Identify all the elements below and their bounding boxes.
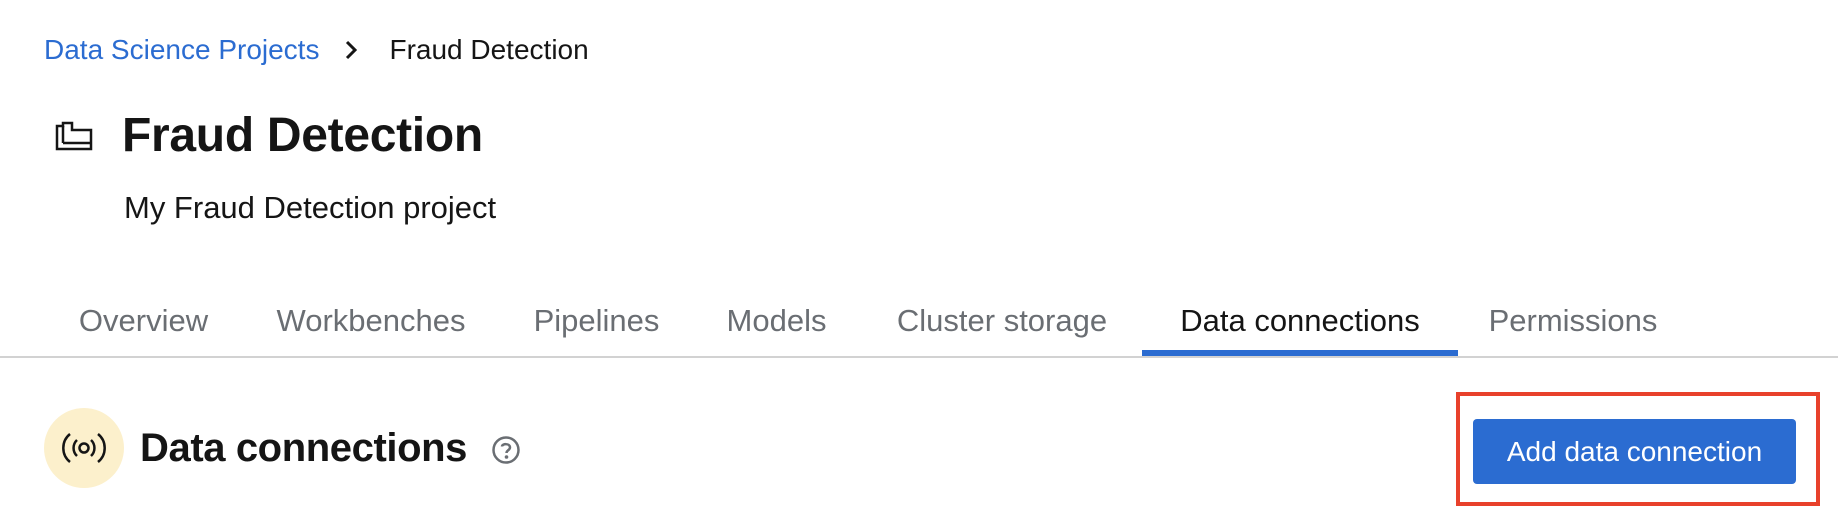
tab-models[interactable]: Models xyxy=(724,286,829,356)
project-description: My Fraud Detection project xyxy=(124,190,497,225)
breadcrumb: Data Science Projects Fraud Detection xyxy=(44,32,589,68)
project-tabs: Overview Workbenches Pipelines Models Cl… xyxy=(0,286,1838,358)
tab-cluster-storage[interactable]: Cluster storage xyxy=(893,286,1111,356)
section-title: Data connections xyxy=(140,426,467,470)
tab-permissions[interactable]: Permissions xyxy=(1488,286,1658,356)
active-tab-indicator xyxy=(1142,350,1458,356)
tab-workbenches[interactable]: Workbenches xyxy=(274,286,468,356)
project-header: Fraud Detection xyxy=(52,108,483,164)
folder-icon xyxy=(52,116,98,156)
tab-pipelines[interactable]: Pipelines xyxy=(531,286,662,356)
breadcrumb-current-page: Fraud Detection xyxy=(389,34,589,65)
breadcrumb-link-data-science-projects[interactable]: Data Science Projects xyxy=(44,32,319,68)
tab-data-connections[interactable]: Data connections xyxy=(1142,286,1458,356)
broadcast-icon xyxy=(44,408,124,488)
question-circle-icon[interactable] xyxy=(491,435,521,465)
tab-overview[interactable]: Overview xyxy=(76,286,211,356)
data-connections-section-header: Data connections xyxy=(44,408,521,488)
chevron-right-icon xyxy=(339,40,363,60)
page-title: Fraud Detection xyxy=(122,109,483,162)
add-data-connection-button[interactable]: Add data connection xyxy=(1473,419,1796,484)
